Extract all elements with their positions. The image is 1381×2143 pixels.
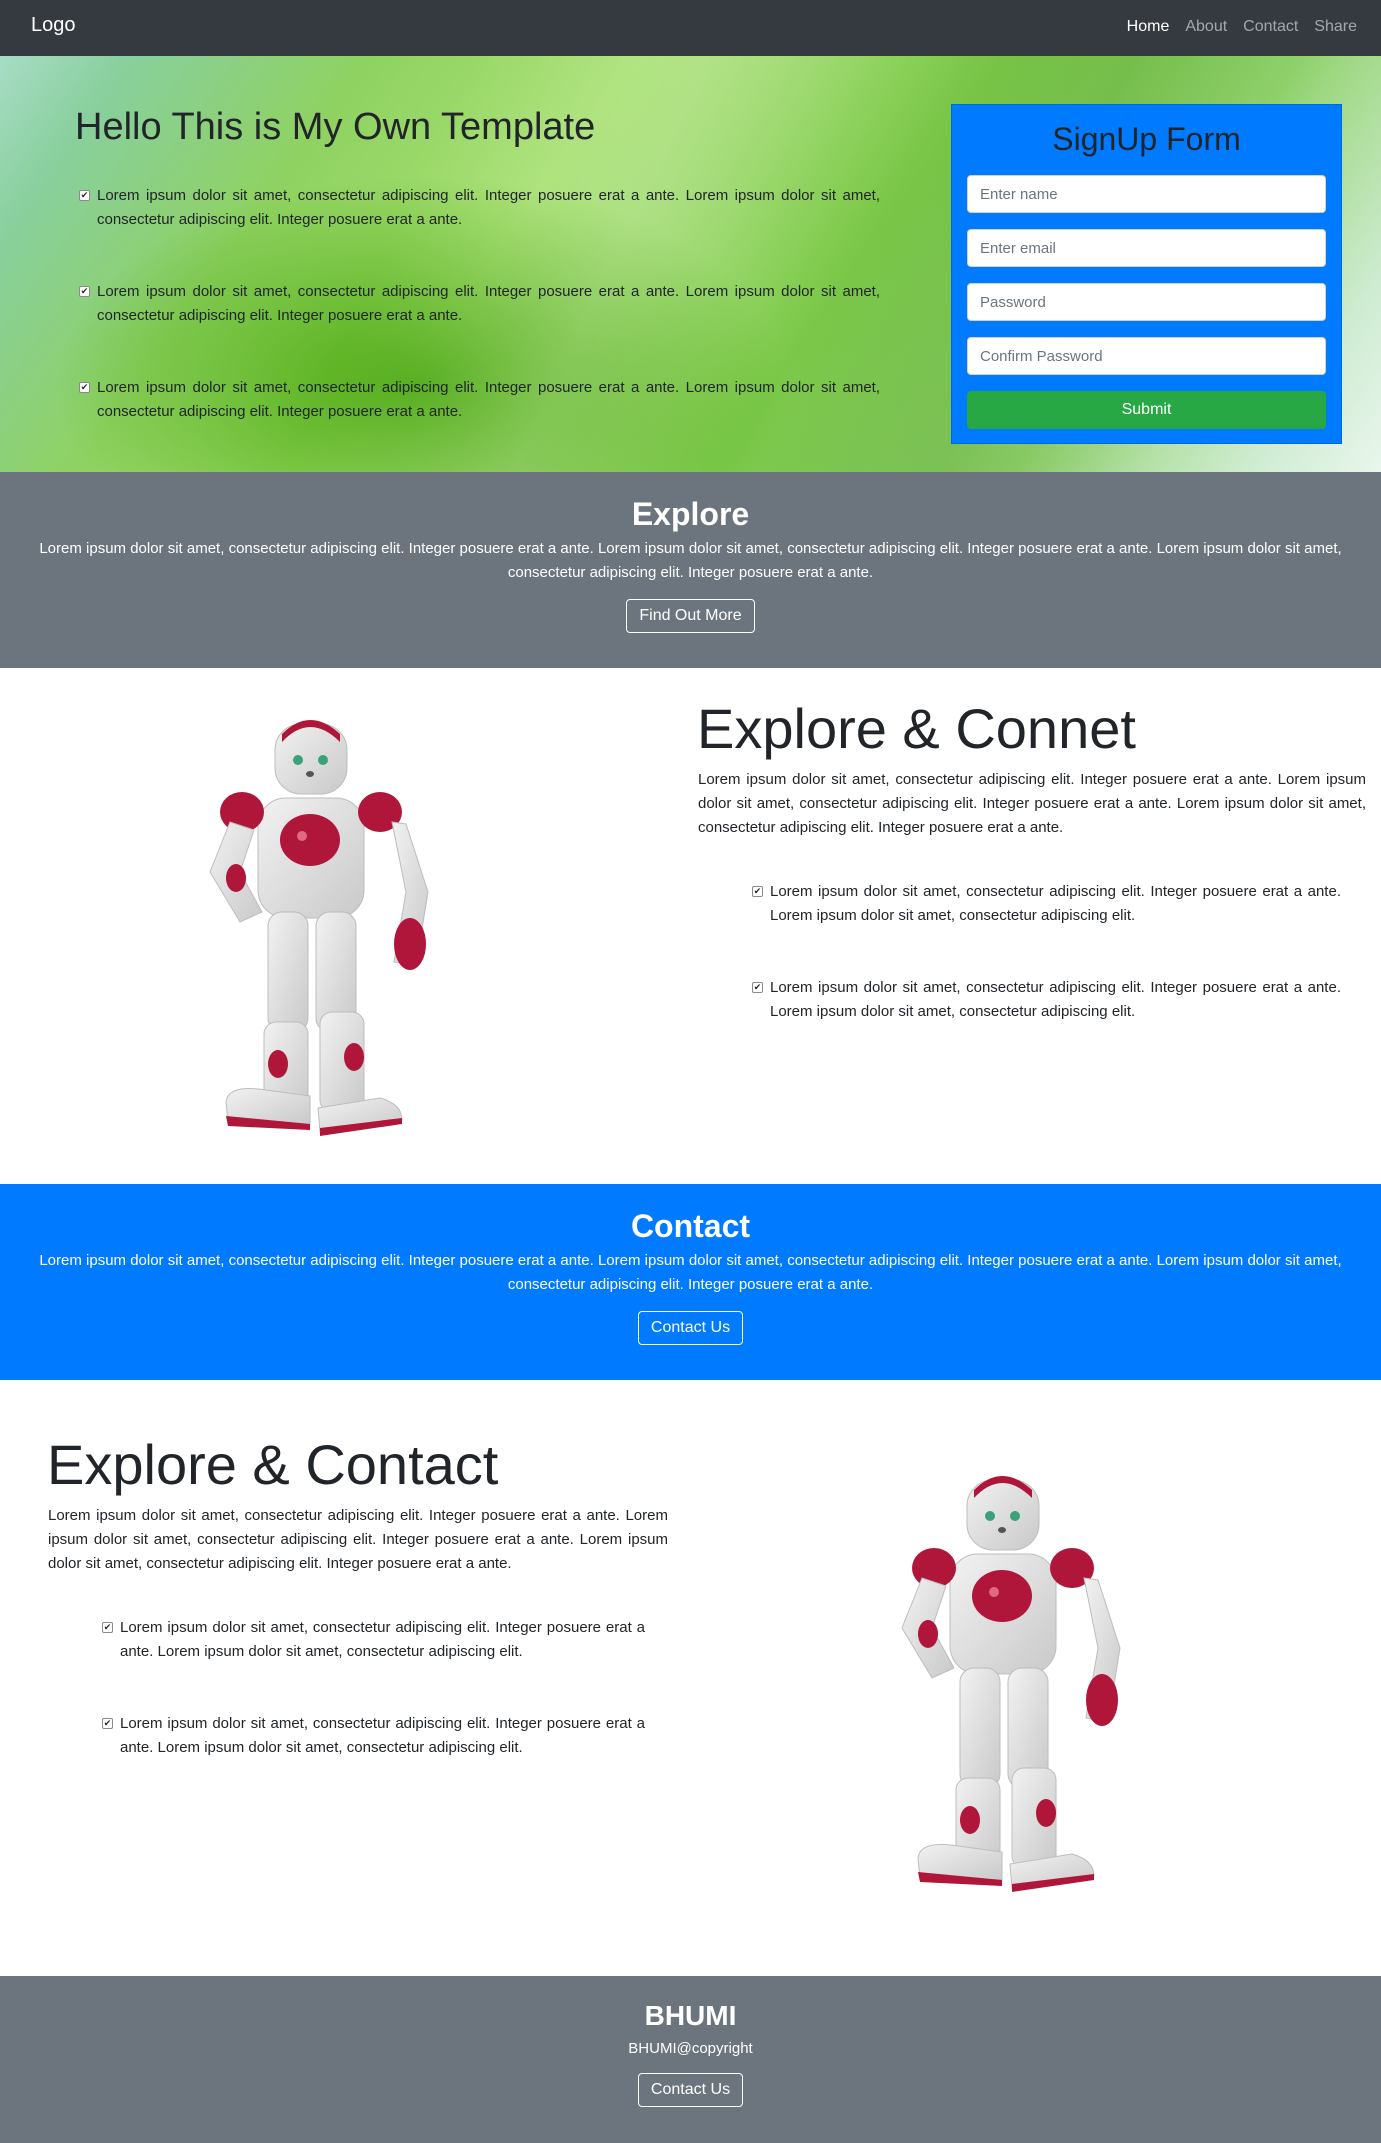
brand-logo[interactable]: Logo bbox=[31, 14, 76, 37]
contact-band: Contact Lorem ipsum dolor sit amet, cons… bbox=[0, 1184, 1381, 1380]
checkmark-icon: ✔ bbox=[102, 1718, 113, 1729]
checkmark-icon: ✔ bbox=[79, 286, 90, 297]
checkmark-icon: ✔ bbox=[79, 190, 90, 201]
list-item: ✔ Lorem ipsum dolor sit amet, consectetur… bbox=[79, 283, 880, 324]
contact-band-text: Lorem ipsum dolor sit amet, consectetur … bbox=[39, 1252, 1342, 1293]
explore-band-title: Explore bbox=[631, 496, 750, 532]
explore-connect-text: Lorem ipsum dolor sit amet, consectetur … bbox=[698, 771, 1366, 836]
footer: BHUMI BHUMI@copyright Contact Us bbox=[0, 1976, 1381, 2143]
list-item: ✔ Lorem ipsum dolor sit amet, consectetur… bbox=[79, 379, 880, 420]
explore-connect-title: Explore & Connet bbox=[697, 697, 1136, 760]
nav-link-home[interactable]: Home bbox=[1127, 18, 1170, 36]
signup-title: SignUp Form bbox=[1052, 121, 1241, 157]
email-input[interactable] bbox=[967, 229, 1326, 267]
explore-contact-text: Lorem ipsum dolor sit amet, consectetur … bbox=[48, 1507, 668, 1572]
name-input[interactable] bbox=[967, 175, 1326, 213]
nav-link-contact[interactable]: Contact bbox=[1243, 18, 1298, 36]
list-item: ✔ Lorem ipsum dolor sit amet, consectetur… bbox=[102, 1715, 645, 1756]
contact-band-title: Contact bbox=[630, 1208, 751, 1244]
list-item: ✔ Lorem ipsum dolor sit amet, consectetur… bbox=[102, 1619, 645, 1660]
checkmark-icon: ✔ bbox=[102, 1622, 113, 1633]
nav-link-share[interactable]: Share bbox=[1314, 18, 1357, 36]
password-input[interactable] bbox=[967, 283, 1326, 321]
contact-us-button[interactable]: Contact Us bbox=[637, 1311, 744, 1345]
checkmark-icon: ✔ bbox=[79, 382, 90, 393]
list-item: ✔ Lorem ipsum dolor sit amet, consectetur… bbox=[79, 187, 880, 228]
navbar: Logo Home About Contact Share bbox=[0, 0, 1381, 56]
footer-contact-us-button[interactable]: Contact Us bbox=[637, 2073, 744, 2107]
find-out-more-button[interactable]: Find Out More bbox=[626, 599, 755, 633]
nav-link-about[interactable]: About bbox=[1185, 18, 1227, 36]
nav-links: Home About Contact Share bbox=[1127, 18, 1357, 36]
hero-list: ✔ Lorem ipsum dolor sit amet, consectetur… bbox=[78, 184, 880, 472]
robot-image bbox=[862, 1468, 1142, 1898]
checkmark-icon: ✔ bbox=[752, 982, 763, 993]
hero-title: Hello This is My Own Template bbox=[75, 106, 596, 148]
confirm-password-input[interactable] bbox=[967, 337, 1326, 375]
hero-section: Hello This is My Own Template ✔ Lorem ips… bbox=[0, 56, 1381, 472]
list-item: ✔ Lorem ipsum dolor sit amet, consectetur… bbox=[752, 883, 1341, 924]
explore-contact-title: Explore & Contact bbox=[47, 1433, 499, 1496]
robot-image bbox=[170, 712, 450, 1142]
submit-button[interactable]: Submit bbox=[967, 391, 1326, 429]
explore-band: Explore Lorem ipsum dolor sit amet, cons… bbox=[0, 472, 1381, 668]
footer-title: BHUMI bbox=[644, 2000, 737, 2031]
list-item: ✔ Lorem ipsum dolor sit amet, consectetur… bbox=[752, 979, 1341, 1020]
footer-copyright: BHUMI@copyright bbox=[628, 2040, 753, 2057]
explore-band-text: Lorem ipsum dolor sit amet, consectetur … bbox=[39, 540, 1342, 581]
signup-form: SignUp Form Submit bbox=[951, 104, 1342, 444]
checkmark-icon: ✔ bbox=[752, 886, 763, 897]
